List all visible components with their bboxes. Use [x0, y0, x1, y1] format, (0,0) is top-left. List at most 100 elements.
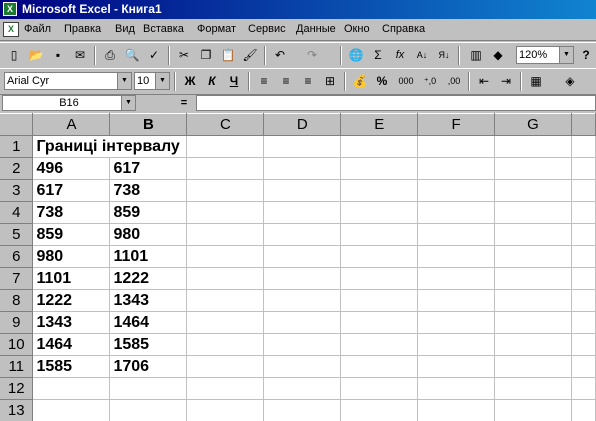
- cell-a2[interactable]: 496: [32, 157, 111, 180]
- cell[interactable]: [494, 135, 572, 158]
- cell[interactable]: [494, 267, 572, 290]
- column-header-a[interactable]: A: [32, 113, 111, 136]
- row-header[interactable]: 11: [0, 355, 34, 378]
- cell[interactable]: [186, 267, 265, 290]
- print-preview-icon[interactable]: 🔍: [122, 46, 142, 65]
- cell[interactable]: [417, 157, 496, 180]
- workbook-icon[interactable]: X: [3, 22, 19, 37]
- decrease-decimal-button[interactable]: ,00: [444, 72, 464, 91]
- align-center-icon[interactable]: ≡: [276, 72, 296, 91]
- cell[interactable]: [186, 399, 265, 421]
- cell-b11[interactable]: 1706: [109, 355, 188, 378]
- cell[interactable]: [263, 333, 342, 356]
- cell-b10[interactable]: 1585: [109, 333, 188, 356]
- cell[interactable]: [494, 355, 572, 378]
- cell[interactable]: [494, 223, 572, 246]
- cell[interactable]: [571, 377, 596, 400]
- cell-b6[interactable]: 1101: [109, 245, 188, 268]
- cell[interactable]: [417, 377, 496, 400]
- cell[interactable]: [494, 245, 572, 268]
- cell[interactable]: [417, 289, 496, 312]
- cell[interactable]: [340, 399, 419, 421]
- cell[interactable]: [571, 399, 596, 421]
- cell[interactable]: [186, 201, 265, 224]
- column-header-g[interactable]: G: [494, 113, 572, 136]
- row-header[interactable]: 6: [0, 245, 34, 268]
- row-header[interactable]: 9: [0, 311, 34, 334]
- column-header-d[interactable]: D: [263, 113, 342, 136]
- cell-a12[interactable]: [32, 377, 111, 400]
- row-header[interactable]: 1: [0, 135, 34, 158]
- underline-button[interactable]: Ч: [224, 72, 244, 91]
- cell-b3[interactable]: 738: [109, 179, 188, 202]
- edit-formula-button[interactable]: =: [176, 95, 192, 111]
- redo-icon[interactable]: ↷: [302, 46, 322, 65]
- menu-data[interactable]: Данные: [296, 23, 336, 35]
- menu-window[interactable]: Окно: [344, 23, 370, 35]
- cell[interactable]: [417, 399, 496, 421]
- format-painter-icon[interactable]: 🖌: [240, 46, 260, 65]
- cell[interactable]: [263, 223, 342, 246]
- cell[interactable]: [340, 377, 419, 400]
- cell[interactable]: [340, 289, 419, 312]
- cell-a4[interactable]: 738: [32, 201, 111, 224]
- cell[interactable]: [571, 135, 596, 158]
- cell[interactable]: [494, 157, 572, 180]
- cell[interactable]: [571, 201, 596, 224]
- cell[interactable]: [571, 157, 596, 180]
- zoom-select[interactable]: 120% ▼: [516, 46, 574, 64]
- cell[interactable]: [186, 179, 265, 202]
- cell[interactable]: [186, 377, 265, 400]
- row-header[interactable]: 13: [0, 399, 34, 421]
- cell[interactable]: [340, 157, 419, 180]
- cell-a7[interactable]: 1101: [32, 267, 111, 290]
- cell[interactable]: [263, 399, 342, 421]
- cell[interactable]: [186, 157, 265, 180]
- chevron-down-icon[interactable]: ▼: [155, 73, 169, 89]
- cell[interactable]: [494, 333, 572, 356]
- cell-a3[interactable]: 617: [32, 179, 111, 202]
- column-header-f[interactable]: F: [417, 113, 496, 136]
- sort-descending-icon[interactable]: Я↓: [434, 46, 454, 65]
- cell[interactable]: [417, 223, 496, 246]
- cell[interactable]: [263, 157, 342, 180]
- cell[interactable]: [186, 223, 265, 246]
- borders-icon[interactable]: ▦: [526, 72, 546, 91]
- new-document-icon[interactable]: ▯: [4, 46, 24, 65]
- cell-b8[interactable]: 1343: [109, 289, 188, 312]
- cell-a8[interactable]: 1222: [32, 289, 111, 312]
- cell[interactable]: [186, 355, 265, 378]
- cell[interactable]: [263, 289, 342, 312]
- currency-icon[interactable]: 💰: [350, 72, 370, 91]
- menu-view[interactable]: Вид: [115, 23, 135, 35]
- save-icon[interactable]: ▪: [48, 46, 68, 65]
- chart-wizard-icon[interactable]: ▥: [466, 46, 486, 65]
- open-folder-icon[interactable]: 📂: [26, 46, 46, 65]
- row-header[interactable]: 10: [0, 333, 34, 356]
- cell-a5[interactable]: 859: [32, 223, 111, 246]
- cell[interactable]: [263, 135, 342, 158]
- increase-decimal-button[interactable]: ⁺,0: [420, 72, 440, 91]
- cell-b4[interactable]: 859: [109, 201, 188, 224]
- cell[interactable]: [417, 135, 496, 158]
- cell[interactable]: [340, 355, 419, 378]
- cell[interactable]: [417, 245, 496, 268]
- cell[interactable]: [417, 267, 496, 290]
- font-name-select[interactable]: Arial Cyr ▼: [4, 72, 132, 90]
- cell[interactable]: [571, 333, 596, 356]
- merge-center-icon[interactable]: ⊞: [320, 72, 340, 91]
- cell[interactable]: [571, 267, 596, 290]
- decrease-indent-icon[interactable]: ⇤: [474, 72, 494, 91]
- undo-icon[interactable]: ↶: [270, 46, 290, 65]
- cell[interactable]: [263, 201, 342, 224]
- print-icon[interactable]: ⎙: [100, 46, 120, 65]
- cell[interactable]: [417, 201, 496, 224]
- chevron-down-icon[interactable]: ▼: [117, 73, 131, 89]
- cell[interactable]: [340, 333, 419, 356]
- cell-b2[interactable]: 617: [109, 157, 188, 180]
- cell[interactable]: [494, 201, 572, 224]
- formula-input[interactable]: [196, 95, 596, 111]
- cell-a11[interactable]: 1585: [32, 355, 111, 378]
- row-header[interactable]: 4: [0, 201, 34, 224]
- help-icon[interactable]: ?: [576, 46, 596, 65]
